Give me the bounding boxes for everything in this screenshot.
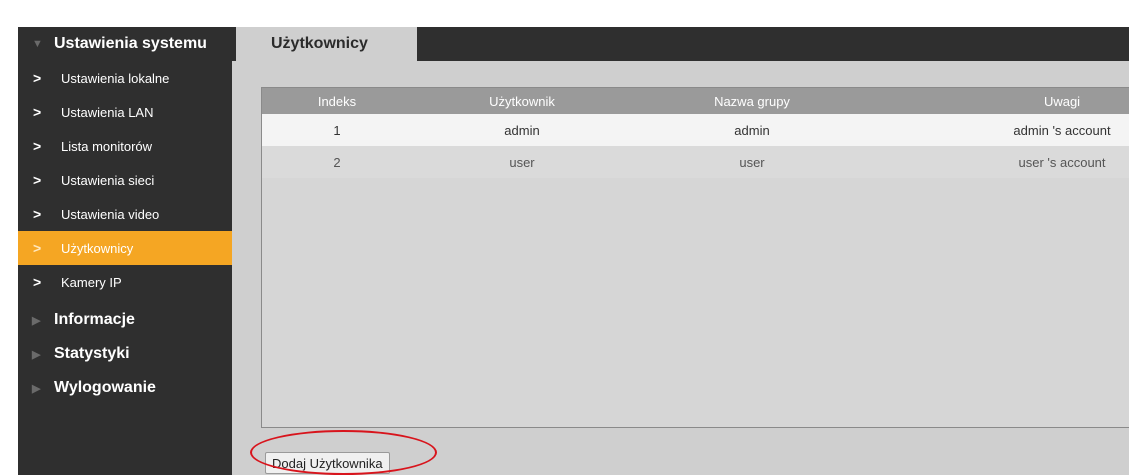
sidebar-item-users[interactable]: > Użytkownicy [18,231,232,265]
sidebar-item-lan-settings[interactable]: > Ustawienia LAN [18,95,232,129]
cell-notes: admin 's account [1013,122,1111,138]
table-row[interactable]: 2 user user user 's account [262,146,1129,178]
column-header-group[interactable]: Nazwa grupy [632,88,872,114]
table-header: Indeks Użytkownik Nazwa grupy Uwagi [262,88,1129,114]
sidebar-item-network-settings[interactable]: > Ustawienia sieci [18,163,232,197]
cell-index: 2 [333,154,341,170]
column-header-notes[interactable]: Uwagi [912,88,1129,114]
cell-group: admin [734,122,770,138]
sidebar-item-local-settings[interactable]: > Ustawienia lokalne [18,61,232,95]
sidebar-section-label: Wylogowanie [54,379,156,396]
sidebar-item-monitor-list[interactable]: > Lista monitorów [18,129,232,163]
cell-notes: user 's account [1018,154,1106,170]
sidebar-section-statistics[interactable]: ▶ Statystyki [18,337,232,371]
sidebar-item-label: Ustawienia sieci [61,172,155,188]
column-header-index[interactable]: Indeks [262,88,412,114]
sidebar-item-label: Ustawienia LAN [61,104,154,120]
sidebar: ▼ Ustawienia systemu > Ustawienia lokaln… [18,27,232,475]
sidebar-section-label: Statystyki [54,345,130,362]
triangle-right-icon: ▶ [32,382,41,395]
chevron-right-icon: > [33,70,42,86]
chevron-right-icon: > [33,138,42,154]
sidebar-item-label: Kamery IP [61,274,122,290]
sidebar-item-label: Lista monitorów [61,138,153,154]
sidebar-section-system-settings[interactable]: ▼ Ustawienia systemu [18,27,232,61]
sidebar-item-ip-cameras[interactable]: > Kamery IP [18,265,232,299]
chevron-right-icon: > [33,240,42,256]
highlight-ellipse [250,430,437,475]
chevron-right-icon: > [33,104,42,120]
sidebar-section-logout[interactable]: ▶ Wylogowanie [18,371,232,405]
cell-group: user [739,154,765,170]
chevron-right-icon: > [33,274,42,290]
sidebar-item-label: Ustawienia lokalne [61,70,170,86]
users-table: Indeks Użytkownik Nazwa grupy Uwagi 1 ad… [261,87,1129,428]
triangle-down-icon: ▼ [32,38,43,50]
sidebar-section-information[interactable]: ▶ Informacje [18,303,232,337]
sidebar-item-label: Użytkownicy [61,240,134,256]
sidebar-item-video-settings[interactable]: > Ustawienia video [18,197,232,231]
cell-index: 1 [333,122,341,138]
chevron-right-icon: > [33,206,42,222]
triangle-right-icon: ▶ [32,314,41,327]
triangle-right-icon: ▶ [32,348,41,361]
cell-user: admin [504,122,540,138]
column-header-user[interactable]: Użytkownik [412,88,632,114]
main-panel: Użytkownicy Indeks Użytkownik Nazwa grup… [232,27,1129,475]
tab-users[interactable]: Użytkownicy [236,27,417,61]
sidebar-section-label: Informacje [54,311,135,328]
cell-user: user [509,154,535,170]
table-row[interactable]: 1 admin admin admin 's account [262,114,1129,146]
tab-bar: Użytkownicy [232,27,1129,61]
sidebar-item-label: Ustawienia video [61,206,160,222]
sidebar-section-label: Ustawienia systemu [54,35,207,52]
chevron-right-icon: > [33,172,42,188]
